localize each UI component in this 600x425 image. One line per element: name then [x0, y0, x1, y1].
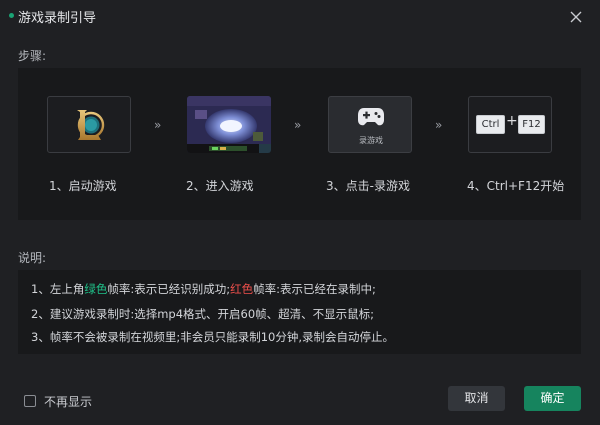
close-button[interactable]: [565, 6, 587, 28]
description-label: 说明:: [18, 251, 47, 265]
plus-sign: +: [506, 113, 518, 129]
red-word: 红色: [230, 282, 254, 296]
title-dot-icon: [9, 13, 14, 18]
step-4-caption: 4、Ctrl+F12开始: [467, 179, 565, 193]
confirm-button[interactable]: 确定: [524, 386, 581, 411]
step-3-caption: 3、点击-录游戏: [326, 179, 410, 193]
description-line-1: 1、左上角绿色帧率:表示已经识别成功;红色帧率:表示已经在录制中;: [31, 281, 376, 297]
description-line-2: 2、建议游戏录制时:选择mp4格式、开启60帧、超清、不显示鼠标;: [31, 307, 375, 321]
game-screenshot-image: [187, 96, 271, 153]
f12-key: F12: [518, 115, 545, 134]
step-1-caption: 1、启动游戏: [49, 179, 117, 193]
green-word: 绿色: [84, 282, 108, 296]
steps-panel: » » 录游戏 » Ctrl + F12 1、启动游戏 2、进入游戏 3、点击-…: [18, 68, 581, 220]
step-arrow-icon: »: [154, 118, 161, 132]
description-panel: 1、左上角绿色帧率:表示已经识别成功;红色帧率:表示已经在录制中; 2、建议游戏…: [18, 270, 581, 354]
step-2-caption: 2、进入游戏: [186, 179, 254, 193]
dont-show-again-label: 不再显示: [44, 395, 93, 409]
step-1-box: [47, 96, 131, 153]
league-of-legends-logo-icon: [77, 110, 105, 140]
ctrl-key: Ctrl: [476, 115, 505, 134]
line-1-middle: 帧率:表示已经识别成功;: [107, 282, 231, 296]
dont-show-again-checkbox[interactable]: [24, 395, 36, 407]
cancel-button[interactable]: 取消: [448, 386, 505, 411]
step-4-box: Ctrl + F12: [468, 96, 552, 153]
line-1-suffix: 帧率:表示已经在录制中;: [253, 282, 376, 296]
record-game-button-example: 录游戏: [328, 96, 412, 153]
steps-label: 步骤:: [18, 49, 47, 63]
description-line-3: 3、帧率不会被录制在视频里;非会员只能录制10分钟,录制会自动停止。: [31, 330, 394, 344]
title-bar: 游戏录制引导: [0, 0, 600, 32]
close-icon: [570, 11, 582, 23]
step-arrow-icon: »: [435, 118, 442, 132]
step-arrow-icon: »: [294, 118, 301, 132]
window-title: 游戏录制引导: [18, 11, 97, 26]
line-1-prefix: 1、左上角: [31, 282, 85, 296]
gamepad-icon: [358, 108, 384, 126]
step-2-box: [187, 96, 271, 153]
record-game-label: 录游戏: [359, 136, 383, 145]
